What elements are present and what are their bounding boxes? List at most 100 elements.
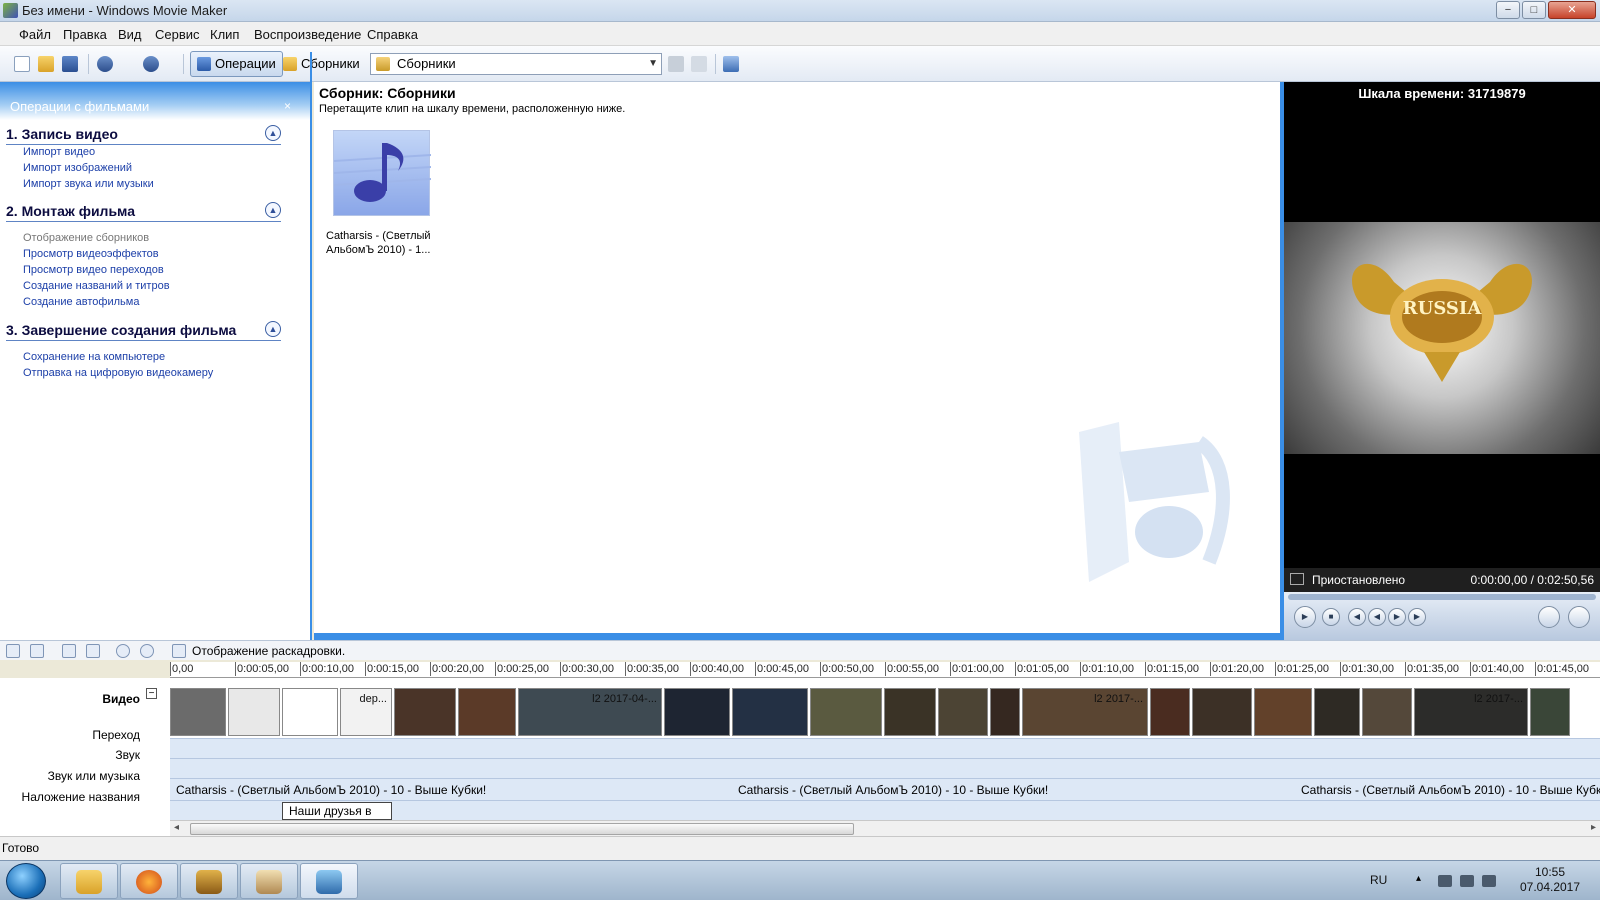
taskbar-movie-maker[interactable] [300, 863, 358, 899]
video-track-toggle[interactable]: − [146, 688, 157, 699]
section-capture-title[interactable]: 1. Запись видео [6, 126, 118, 142]
title-overlay-track[interactable]: Наши друзья в Li... [170, 800, 1600, 834]
play-timeline-icon[interactable] [140, 644, 154, 658]
snapshot-button[interactable] [1568, 606, 1590, 628]
save-icon[interactable] [62, 56, 78, 72]
video-clip[interactable] [1254, 688, 1312, 736]
rewind-button[interactable]: ◀ [1368, 608, 1386, 626]
make-titles-link[interactable]: Создание названий и титров [23, 280, 170, 292]
rewind-timeline-icon[interactable] [116, 644, 130, 658]
previous-frame-button[interactable]: ◀ [1348, 608, 1366, 626]
clock[interactable]: 10:55 07.04.2017 [1510, 865, 1590, 895]
video-clip[interactable] [732, 688, 808, 736]
video-clip[interactable]: l2 2017-... [1414, 688, 1528, 736]
split-clip-button[interactable] [1538, 606, 1560, 628]
section-finish-title[interactable]: 3. Завершение создания фильма [6, 322, 236, 338]
video-clip[interactable] [170, 688, 226, 736]
undo-icon[interactable] [97, 56, 113, 72]
collapse-icon[interactable]: ▲ [265, 202, 281, 218]
close-button[interactable]: ✕ [1548, 1, 1596, 19]
next-frame-button[interactable]: ▶ [1408, 608, 1426, 626]
tasks-close-button[interactable]: × [284, 99, 291, 113]
stop-button[interactable]: ■ [1322, 608, 1340, 626]
music-clip[interactable]: Catharsis - (Светлый АльбомЪ 2010) - 10 … [738, 783, 1048, 797]
video-clip[interactable] [664, 688, 730, 736]
menu-file[interactable]: Файл [19, 27, 51, 42]
video-clip[interactable] [938, 688, 988, 736]
video-clip[interactable]: l2 2017-... [1022, 688, 1148, 736]
tray-expand-icon[interactable]: ▴ [1416, 873, 1421, 884]
taskbar-game-launcher[interactable] [180, 863, 238, 899]
audio-levels-icon[interactable] [30, 644, 44, 658]
video-clip[interactable] [1362, 688, 1412, 736]
pane-divider[interactable] [310, 52, 312, 624]
music-track[interactable]: Catharsis - (Светлый АльбомЪ 2010) - 10 … [170, 778, 1600, 800]
maximize-button[interactable]: □ [1522, 1, 1546, 19]
timeline-scrollbar[interactable]: ◂ ▸ [170, 820, 1600, 836]
video-clip[interactable] [884, 688, 936, 736]
video-clip[interactable]: dep... [340, 688, 392, 736]
language-indicator[interactable]: RU [1370, 873, 1387, 887]
menu-edit[interactable]: Правка [63, 27, 107, 42]
menu-playback[interactable]: Воспроизведение [254, 27, 361, 42]
music-clip[interactable]: Catharsis - (Светлый АльбомЪ 2010) - 10 … [176, 783, 486, 797]
new-icon[interactable] [14, 56, 30, 72]
up-folder-icon[interactable] [668, 56, 684, 72]
storyboard-toggle-icon[interactable] [6, 644, 20, 658]
storyboard-view-icon[interactable] [172, 644, 186, 658]
view-transitions-link[interactable]: Просмотр видео переходов [23, 264, 164, 276]
music-clip[interactable]: Catharsis - (Светлый АльбомЪ 2010) - 10 … [1301, 783, 1600, 797]
menu-help[interactable]: Справка [367, 27, 418, 42]
collapse-icon[interactable]: ▲ [265, 321, 281, 337]
send-to-camera-link[interactable]: Отправка на цифровую видеокамеру [23, 367, 213, 379]
scroll-right-icon[interactable]: ▸ [1591, 822, 1596, 833]
video-clip[interactable] [282, 688, 338, 736]
make-automovie-link[interactable]: Создание автофильма [23, 296, 139, 308]
timeline-mode-label[interactable]: Отображение раскадровки. [192, 644, 345, 658]
menu-clip[interactable]: Клип [210, 27, 239, 42]
scrollbar-thumb[interactable] [190, 823, 854, 835]
view-options-icon[interactable] [723, 56, 739, 72]
view-effects-link[interactable]: Просмотр видеоэффектов [23, 248, 159, 260]
scroll-left-icon[interactable]: ◂ [174, 822, 179, 833]
taskbar-firefox[interactable] [120, 863, 178, 899]
minimize-button[interactable]: − [1496, 1, 1520, 19]
operations-button[interactable]: Операции [190, 51, 283, 77]
video-clip[interactable] [1192, 688, 1252, 736]
collapse-icon[interactable]: ▲ [265, 125, 281, 141]
redo-icon[interactable] [143, 56, 159, 72]
save-to-computer-link[interactable]: Сохранение на компьютере [23, 351, 165, 363]
video-clip[interactable] [810, 688, 882, 736]
new-collection-icon[interactable] [691, 56, 707, 72]
import-video-link[interactable]: Импорт видео [23, 146, 95, 158]
open-icon[interactable] [38, 56, 54, 72]
menu-view[interactable]: Вид [118, 27, 142, 42]
import-audio-link[interactable]: Импорт звука или музыки [23, 178, 154, 190]
video-clip[interactable] [1314, 688, 1360, 736]
seek-bar[interactable] [1288, 594, 1596, 600]
network-icon[interactable] [1438, 875, 1452, 887]
zoom-in-icon[interactable] [62, 644, 76, 658]
video-clip[interactable] [394, 688, 456, 736]
video-clip[interactable] [228, 688, 280, 736]
audio-track[interactable] [170, 758, 1600, 778]
video-clip[interactable] [458, 688, 516, 736]
taskbar-game[interactable] [240, 863, 298, 899]
monitor-mode-icon[interactable] [1290, 573, 1304, 585]
video-clip[interactable]: l2 2017-04-... [518, 688, 662, 736]
collection-select[interactable]: Сборники ▼ [370, 53, 662, 75]
volume-icon[interactable] [1482, 875, 1496, 887]
menu-service[interactable]: Сервис [155, 27, 200, 42]
video-clip[interactable] [1530, 688, 1570, 736]
power-icon[interactable] [1460, 875, 1474, 887]
section-edit-title[interactable]: 2. Монтаж фильма [6, 203, 135, 219]
title-overlay-clip[interactable]: Наши друзья в Li... [282, 802, 392, 834]
play-button[interactable]: ▶ [1294, 606, 1316, 628]
import-images-link[interactable]: Импорт изображений [23, 162, 132, 174]
forward-button[interactable]: ▶ [1388, 608, 1406, 626]
video-clip[interactable] [990, 688, 1020, 736]
collections-button[interactable]: Сборники [276, 51, 367, 77]
video-track[interactable]: dep... l2 2017-04-... l2 2017-... l2 2017-.… [170, 678, 1600, 738]
transition-track[interactable] [170, 738, 1600, 758]
video-clip[interactable] [1150, 688, 1190, 736]
